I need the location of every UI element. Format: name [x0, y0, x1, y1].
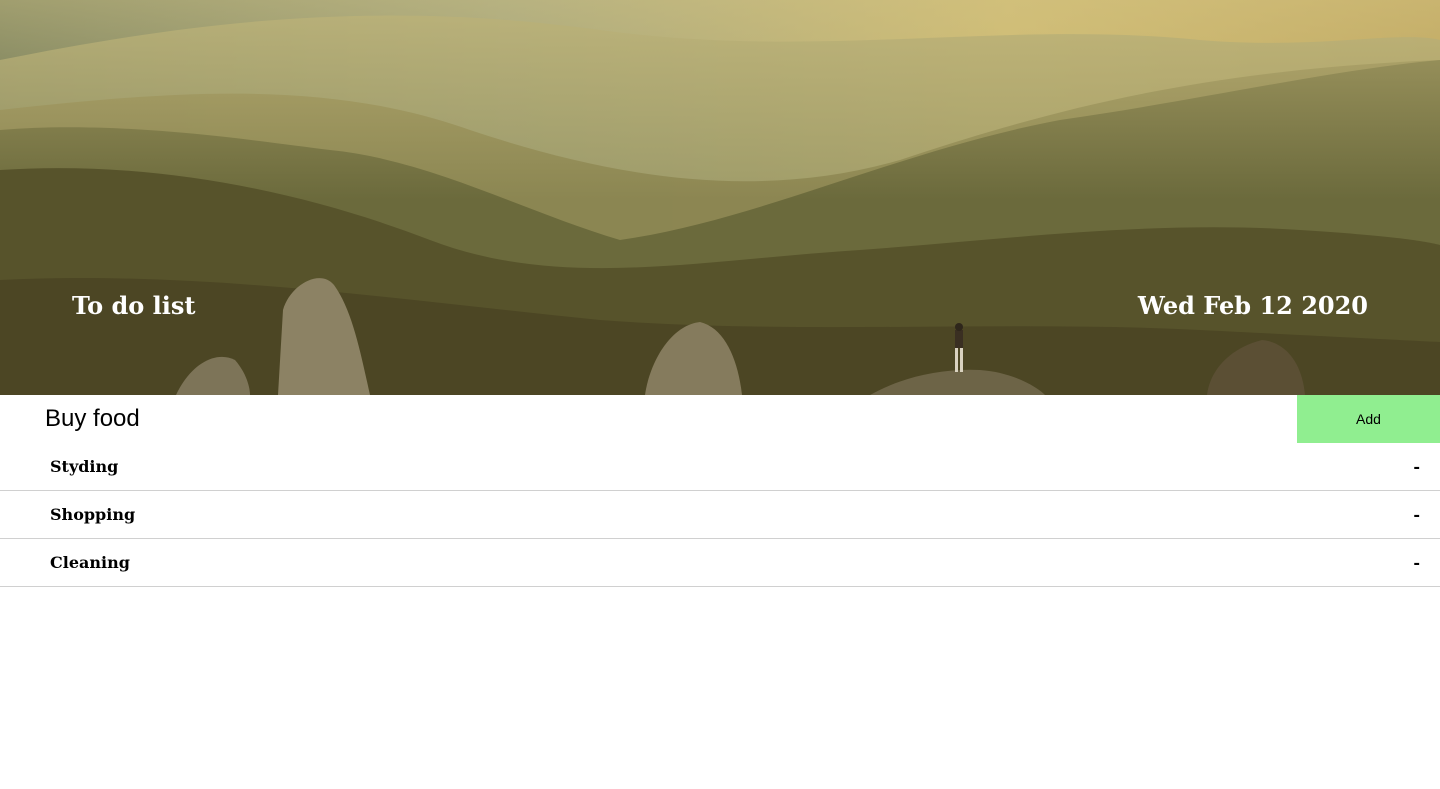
page-title: To do list	[72, 291, 196, 320]
new-task-form: Add	[0, 395, 1440, 443]
mountain-landscape-image	[0, 0, 1440, 395]
task-list: Styding - Shopping - Cleaning -	[0, 443, 1440, 587]
task-label: Styding	[50, 457, 119, 476]
new-task-input[interactable]	[0, 395, 1297, 443]
remove-task-button[interactable]: -	[1411, 505, 1422, 524]
remove-task-button[interactable]: -	[1411, 553, 1422, 572]
task-item: Shopping -	[0, 491, 1440, 539]
header-banner: To do list Wed Feb 12 2020	[0, 0, 1440, 395]
remove-task-button[interactable]: -	[1411, 457, 1422, 476]
task-label: Shopping	[50, 505, 136, 524]
task-item: Cleaning -	[0, 539, 1440, 587]
current-date: Wed Feb 12 2020	[1137, 291, 1368, 320]
add-button[interactable]: Add	[1297, 395, 1440, 443]
task-label: Cleaning	[50, 553, 130, 572]
task-item: Styding -	[0, 443, 1440, 491]
